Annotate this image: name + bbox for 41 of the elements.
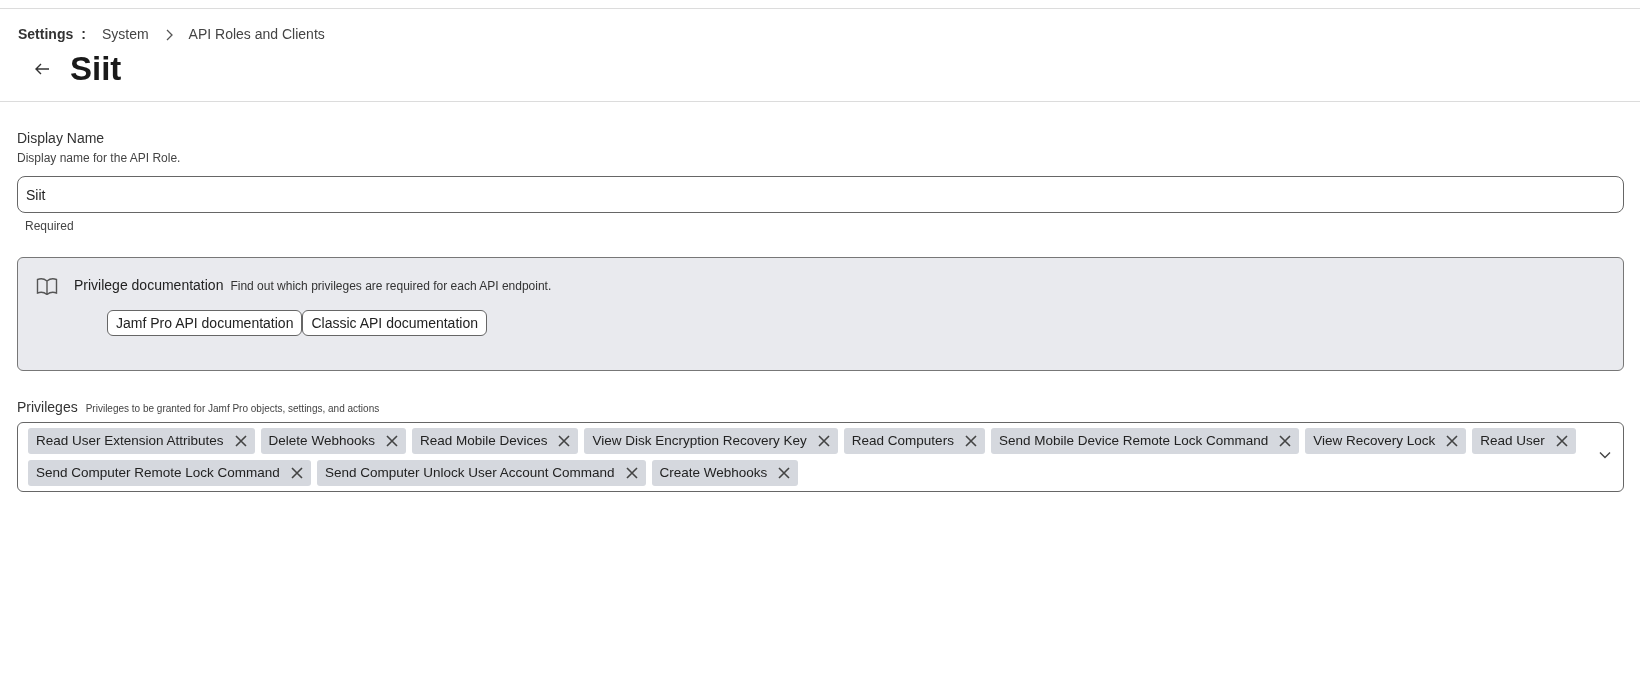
breadcrumb-link[interactable]: System <box>101 24 149 45</box>
field-description: Display name for the API Role. <box>17 150 182 167</box>
field-label: Privileges <box>17 398 78 417</box>
tag-label: View Disk Encryption Recovery Key <box>592 431 807 450</box>
tag-label: Send Computer Remote Lock Command <box>36 463 280 482</box>
breadcrumb-root: Settings <box>18 25 74 44</box>
tag-label: Read User Extension Attributes <box>36 431 224 450</box>
tag-label: Create Webhooks <box>659 463 768 482</box>
field-description: Privileges to be granted for Jamf Pro objects, settings, and actions <box>85 402 380 416</box>
remove-icon[interactable] <box>777 466 792 480</box>
tag-label: Send Mobile Device Remote Lock Command <box>998 431 1269 450</box>
chevron-right-icon <box>164 28 173 41</box>
remove-icon[interactable] <box>963 434 978 448</box>
chevron-down-icon[interactable] <box>1599 451 1611 459</box>
page-title: Siit <box>70 49 122 89</box>
breadcrumb-separator: : <box>81 25 86 44</box>
book-icon <box>36 276 58 295</box>
remove-icon[interactable] <box>289 466 304 480</box>
field-label: Display Name <box>17 129 106 148</box>
tag-label: Read Mobile Devices <box>419 431 548 450</box>
display-name-field[interactable]: Siit <box>17 176 1624 213</box>
remove-icon[interactable] <box>384 434 399 448</box>
helper-text: Required <box>25 218 75 235</box>
remove-icon[interactable] <box>233 434 248 448</box>
tag-label: View Recovery Lock <box>1313 431 1436 450</box>
remove-icon[interactable] <box>624 466 639 480</box>
privileges-multiselect[interactable] <box>17 422 1624 492</box>
remove-icon[interactable] <box>1278 434 1293 448</box>
panel-title: Privilege documentation <box>74 276 224 295</box>
panel-description: Find out which privileges are required for each API endpoint. <box>230 277 552 295</box>
remove-icon[interactable] <box>557 434 572 448</box>
remove-icon[interactable] <box>816 434 831 448</box>
tag-label: Read User <box>1480 431 1545 450</box>
tag-label: Delete Webhooks <box>268 431 375 450</box>
documentation-link-button[interactable]: Jamf Pro API documentation <box>107 310 303 336</box>
tag-label: Read Computers <box>851 431 954 450</box>
tag-label: Send Computer Unlock User Account Command <box>324 463 615 482</box>
remove-icon[interactable] <box>1554 434 1569 448</box>
documentation-link-button[interactable]: Classic API documentation <box>302 310 487 336</box>
remove-icon[interactable] <box>1445 434 1460 448</box>
breadcrumb-link[interactable]: API Roles and Clients <box>188 24 325 45</box>
